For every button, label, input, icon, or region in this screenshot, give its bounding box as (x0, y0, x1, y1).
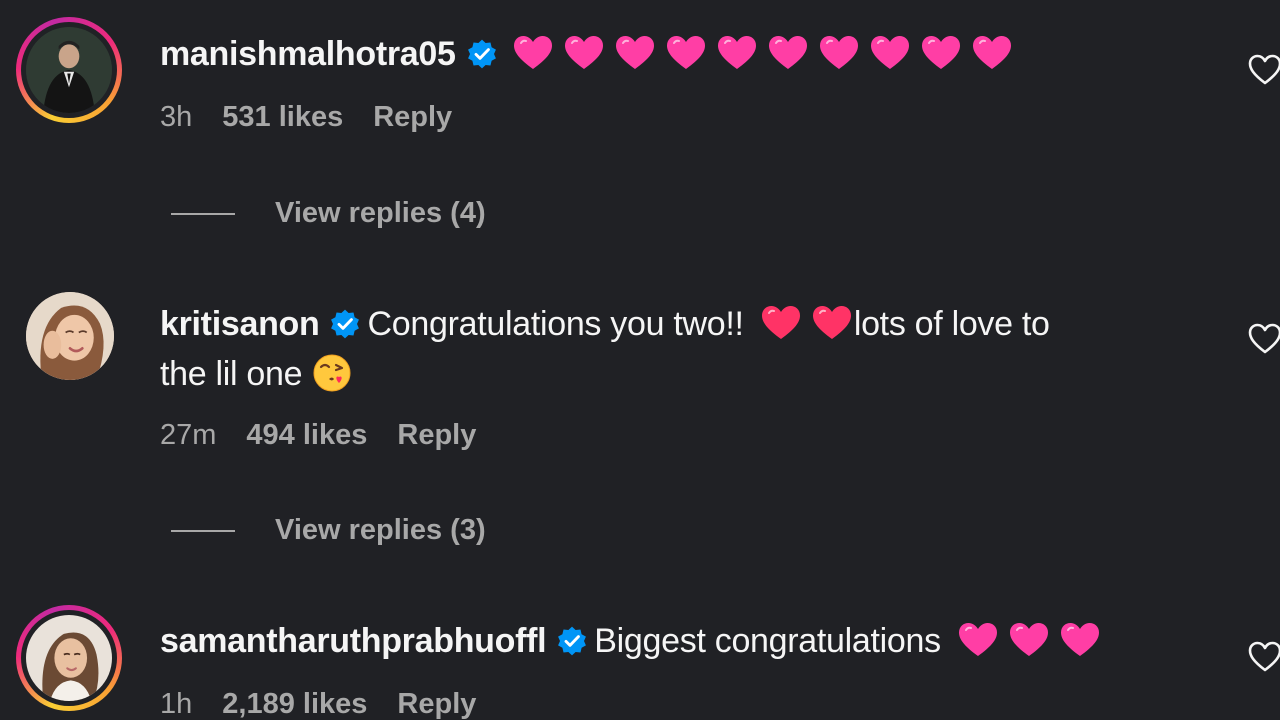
comment-meta: 3h 531 likes Reply (160, 101, 1210, 134)
comment-time: 3h (160, 101, 193, 133)
comments-feed: manishmalhotra05 3h 531 likes Reply View r… (0, 0, 1280, 720)
avatar[interactable] (22, 288, 118, 384)
comment-body-text: Congratulations you two!! (367, 305, 744, 343)
pink-heart-emoji (768, 35, 808, 71)
pink-heart-emoji (819, 35, 859, 71)
comment-text: kritisanon Congratulations you two!! lots… (160, 299, 1210, 349)
verified-badge-icon (329, 308, 361, 340)
comment-body-text: lots of love to (853, 305, 1050, 343)
pink-heart-emoji (615, 35, 655, 71)
view-replies-button[interactable]: View replies (3) (275, 514, 486, 546)
view-replies-row[interactable]: View replies (3) (171, 514, 486, 547)
comment-username[interactable]: kritisanon (160, 305, 320, 343)
pink-heart-emoji (666, 35, 706, 71)
pink-heart-emoji (564, 35, 604, 71)
comment-username[interactable]: samantharuthprabhuoffl (160, 622, 547, 660)
heart-emoji-group (513, 35, 1023, 73)
comment-body-text: the lil one (160, 355, 303, 393)
replies-divider-line (171, 529, 235, 532)
pink-heart-emoji (870, 35, 910, 71)
pink-heart-emoji (717, 35, 757, 71)
pink-heart-emoji (921, 35, 961, 71)
comment-meta: 1h 2,189 likes Reply (160, 688, 1210, 720)
reply-button[interactable]: Reply (397, 419, 476, 451)
red-heart-emoji (812, 305, 852, 341)
pink-heart-emoji (1060, 622, 1100, 658)
verified-badge-icon (556, 625, 588, 657)
heart-outline-icon (1248, 54, 1280, 85)
like-button[interactable] (1248, 54, 1280, 86)
comment-meta: 27m 494 likes Reply (160, 419, 1210, 452)
view-replies-row[interactable]: View replies (4) (171, 197, 486, 230)
comment-text: samantharuthprabhuoffl Biggest congratula… (160, 616, 1210, 666)
reply-button[interactable]: Reply (373, 101, 452, 133)
avatar[interactable] (16, 17, 122, 123)
heart-outline-icon (1248, 323, 1280, 354)
comment-likes[interactable]: 531 likes (222, 101, 343, 133)
pink-heart-emoji (958, 622, 998, 658)
face-blowing-kiss-emoji (312, 353, 352, 393)
like-button[interactable] (1248, 323, 1280, 355)
pink-heart-emoji (513, 35, 553, 71)
heart-outline-icon (1248, 641, 1280, 672)
avatar[interactable] (16, 605, 122, 711)
like-button[interactable] (1248, 641, 1280, 673)
comment-body-text: Biggest congratulations (594, 622, 941, 660)
red-heart-emoji (761, 305, 801, 341)
comment-username[interactable]: manishmalhotra05 (160, 35, 456, 73)
comment-text-line-2: the lil one (160, 349, 1210, 399)
comment-likes[interactable]: 494 likes (246, 419, 367, 451)
view-replies-button[interactable]: View replies (4) (275, 197, 486, 229)
replies-divider-line (171, 212, 235, 215)
comment-time: 27m (160, 419, 217, 451)
pink-heart-emoji (972, 35, 1012, 71)
pink-heart-emoji (1009, 622, 1049, 658)
comment-likes[interactable]: 2,189 likes (222, 688, 367, 720)
verified-badge-icon (466, 38, 498, 70)
reply-button[interactable]: Reply (397, 688, 476, 720)
comment-text: manishmalhotra05 (160, 29, 1210, 79)
comment-time: 1h (160, 688, 193, 720)
